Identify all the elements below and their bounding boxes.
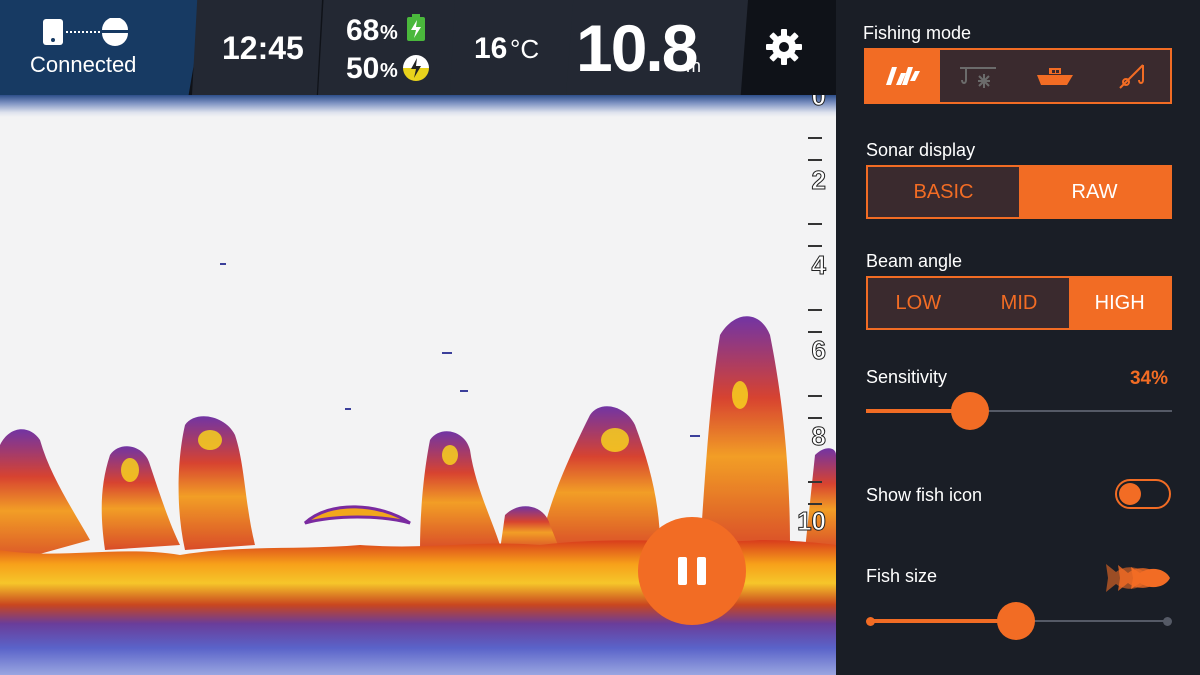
slider-thumb[interactable] xyxy=(951,392,990,430)
depth-tick xyxy=(808,245,822,247)
battery-segment: 68 % 50 % xyxy=(318,0,456,95)
fishing-rod-icon xyxy=(1118,64,1144,89)
fish-arch xyxy=(303,505,411,525)
sonar-display-basic[interactable]: BASIC xyxy=(868,167,1019,217)
depth-unit: m xyxy=(686,56,701,76)
gear-icon[interactable] xyxy=(765,28,803,66)
fishing-mode-deeper[interactable] xyxy=(866,50,940,102)
sonar-view[interactable]: 0 2 4 6 8 10 xyxy=(0,95,836,675)
fishing-mode-label: Fishing mode xyxy=(863,23,972,43)
depth-tick xyxy=(808,395,822,397)
depth-label: 6 xyxy=(811,335,827,366)
sensitivity-label: Sensitivity xyxy=(866,367,948,387)
sensitivity-slider[interactable] xyxy=(866,392,1172,430)
fishing-mode-rod[interactable] xyxy=(1093,50,1170,102)
sonar-display-selector: BASIC RAW xyxy=(866,165,1172,219)
connection-status[interactable]: Connected xyxy=(0,0,205,95)
depth-label: 2 xyxy=(811,165,827,196)
sonar-battery-icon xyxy=(403,55,429,81)
temperature-segment: 16 °C xyxy=(450,0,574,95)
phone-battery-icon xyxy=(407,14,425,41)
fish-size-label: Fish size xyxy=(866,566,938,586)
fish-size-slider[interactable] xyxy=(866,602,1172,640)
sonar-battery-unit: % xyxy=(380,60,398,82)
clock: 12:45 xyxy=(222,30,304,66)
depth-value: 10.8 xyxy=(576,11,698,85)
depth-segment: 10.8 m xyxy=(566,0,748,95)
sonar-display-raw[interactable]: RAW xyxy=(1019,167,1170,217)
pause-icon xyxy=(678,557,706,585)
phone-battery-unit: % xyxy=(380,22,398,44)
phone-battery-value: 68 xyxy=(346,14,380,47)
beam-angle-low[interactable]: LOW xyxy=(868,278,969,328)
depth-tick xyxy=(808,223,822,225)
depth-tick xyxy=(808,481,822,483)
depth-tick xyxy=(808,159,822,161)
depth-tick xyxy=(808,309,822,311)
sensitivity-value: 34% xyxy=(1129,368,1168,389)
fishing-mode-selector xyxy=(864,48,1172,104)
slider-max-dot xyxy=(1163,617,1172,626)
depth-tick xyxy=(808,417,822,419)
show-fish-icon-label: Show fish icon xyxy=(866,485,983,505)
toggle-knob xyxy=(1119,483,1141,505)
fishing-mode-ice[interactable] xyxy=(940,50,1017,102)
water-temperature: 16 xyxy=(474,32,508,65)
show-fish-icon-toggle[interactable] xyxy=(1115,479,1171,509)
beam-angle-selector: LOW MID HIGH xyxy=(866,276,1172,330)
beam-angle-mid[interactable]: MID xyxy=(969,278,1070,328)
depth-label: 10 xyxy=(797,506,827,537)
depth-label: 8 xyxy=(811,421,827,452)
beam-angle-label: Beam angle xyxy=(866,251,963,271)
deeper-logo-icon xyxy=(886,67,920,85)
status-bar: Connected 12:45 68 % 50 % 16 °C 10.8 m xyxy=(0,0,836,95)
depth-tick xyxy=(808,137,822,139)
depth-label: 0 xyxy=(811,95,827,112)
beam-angle-high[interactable]: HIGH xyxy=(1069,278,1171,328)
sonar-device-icon xyxy=(102,18,128,46)
phone-icon xyxy=(43,19,63,45)
fish-size-icon xyxy=(1106,564,1170,592)
link-dots-icon xyxy=(66,31,100,33)
boat-icon xyxy=(1037,68,1073,85)
ice-fishing-icon xyxy=(960,67,997,88)
temperature-unit: °C xyxy=(510,34,540,64)
pause-button[interactable] xyxy=(638,517,746,625)
connection-label: Connected xyxy=(30,52,137,77)
depth-tick xyxy=(808,331,822,333)
depth-tick xyxy=(808,503,822,505)
clock-segment: 12:45 xyxy=(192,0,322,95)
sonar-battery-value: 50 xyxy=(346,52,380,85)
settings-panel: Fishing mode Sonar display BASIC RAW Bea… xyxy=(836,0,1200,675)
sonar-display-label: Sonar display xyxy=(866,140,976,160)
fishing-mode-boat[interactable] xyxy=(1017,50,1094,102)
depth-label: 4 xyxy=(811,250,827,281)
slider-thumb[interactable] xyxy=(997,602,1035,640)
